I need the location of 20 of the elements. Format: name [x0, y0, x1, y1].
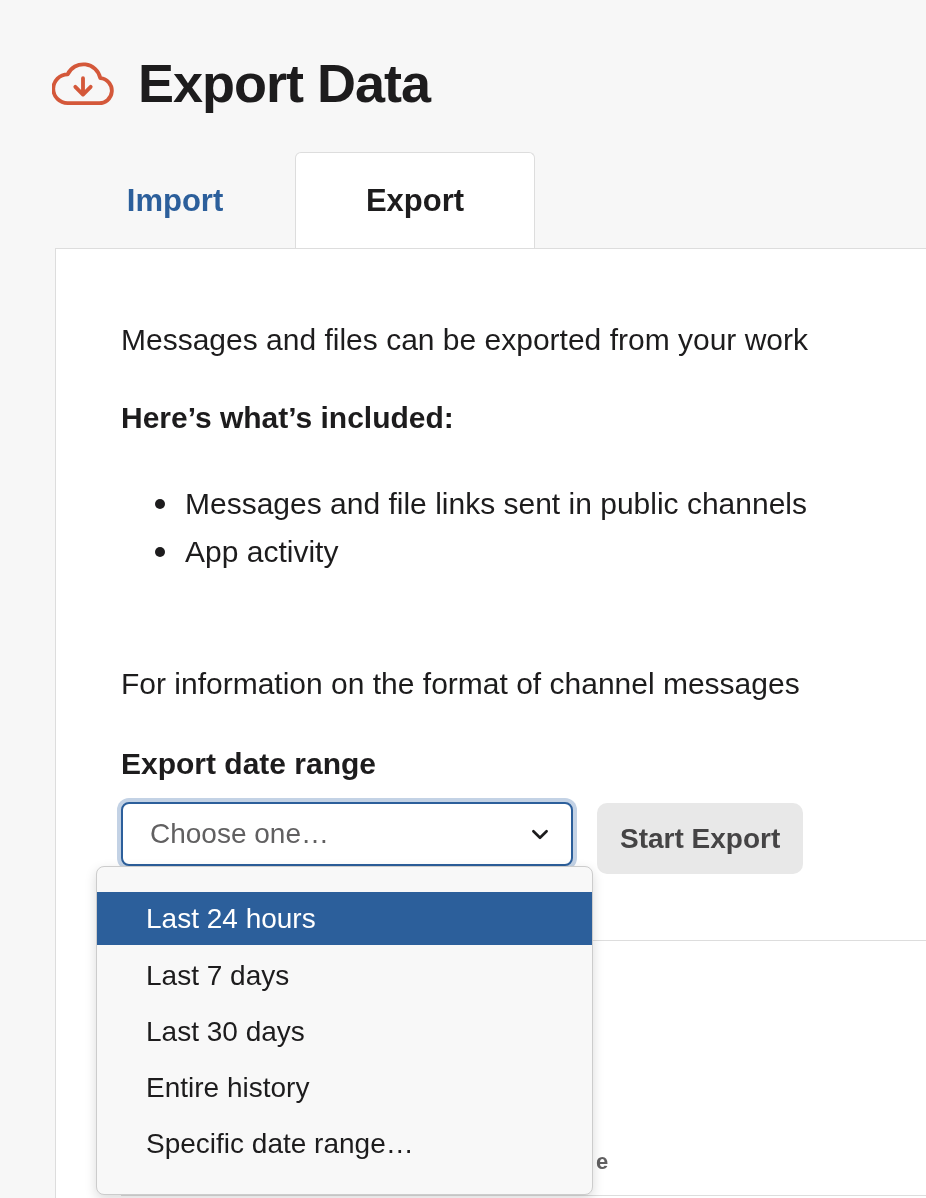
bullet-icon: [155, 499, 165, 509]
list-item: App activity: [185, 535, 339, 569]
format-note: For information on the format of channel messages: [121, 666, 801, 702]
bullet-icon: [155, 547, 165, 557]
section-text: e: [596, 1149, 609, 1174]
intro-text: Messages and files can be exported from your work: [121, 322, 809, 358]
dropdown-option[interactable]: Last 24 hours: [97, 892, 592, 945]
page-title: Export Data: [138, 52, 431, 114]
dropdown-option[interactable]: Last 30 days: [97, 1004, 592, 1060]
start-export-button[interactable]: Start Export: [597, 803, 804, 874]
list-item: Messages and file links sent in public channels: [185, 487, 808, 521]
tab[interactable]: Import: [55, 152, 295, 248]
field-label: Export date range: [121, 746, 378, 782]
included-heading: Here’s what’s included:: [121, 400, 455, 436]
dropdown-option[interactable]: Specific date range…: [97, 1116, 592, 1172]
chevron-down-icon: [531, 828, 549, 840]
dropdown-option[interactable]: Entire history: [97, 1060, 592, 1116]
tab[interactable]: Export: [295, 152, 535, 248]
cloud-download-icon: [52, 59, 114, 107]
dropdown-option[interactable]: Last 7 days: [97, 948, 592, 1004]
